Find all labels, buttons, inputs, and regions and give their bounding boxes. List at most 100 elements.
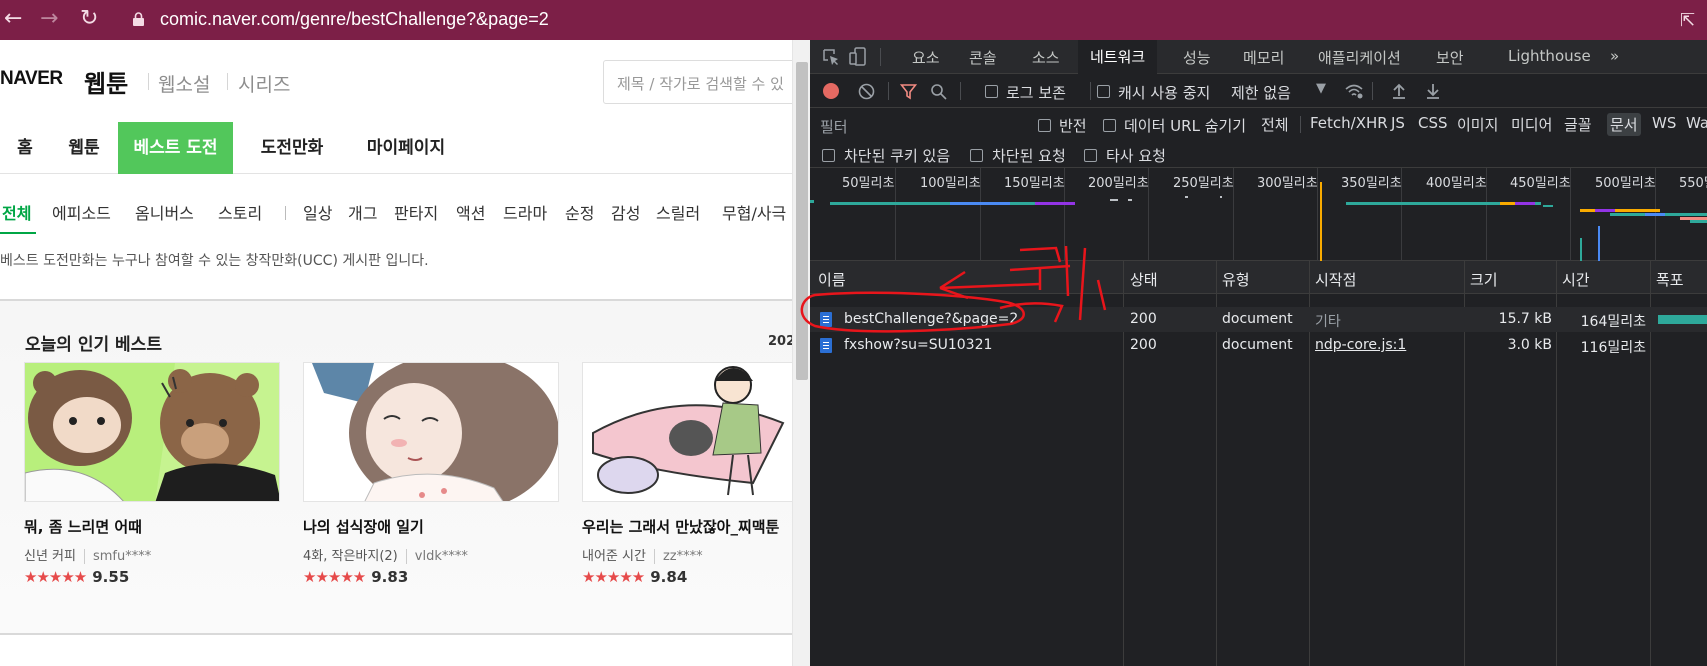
tab-console[interactable]: 콘솔 [969,47,997,68]
disable-cache-checkbox[interactable] [1097,85,1110,98]
nav-mypage[interactable]: 마이페이지 [344,122,468,174]
card-title[interactable]: 나의 섭식장애 일기 [303,516,559,537]
tab-emotion[interactable]: 감성 [611,200,640,224]
lock-icon[interactable] [132,12,145,26]
column-size[interactable]: 크기 [1470,269,1498,290]
column-status[interactable]: 상태 [1130,269,1158,290]
type-all[interactable]: 전체 [1258,113,1292,136]
request-name[interactable]: fxshow?su=SU10321 [844,337,992,353]
table-row[interactable]: fxshow?su=SU10321 200 document ndp-core.… [810,333,1707,358]
table-row[interactable]: bestChallenge?&page=2 200 document 기타 15… [810,307,1707,332]
tab-omnibus[interactable]: 옴니버스 [135,200,194,224]
card-meta: 4화, 작은바지(2) vldk**** [303,545,559,564]
blocked-requests-checkbox[interactable] [970,149,983,162]
third-party-checkbox[interactable] [1084,149,1097,162]
back-arrow-icon[interactable]: ← [4,7,22,31]
type-fetch-xhr[interactable]: Fetch/XHR [1307,113,1391,133]
hide-data-urls-checkbox[interactable] [1103,119,1116,132]
naver-logo[interactable]: NAVER [0,68,63,90]
nav-challenge[interactable]: 도전만화 [240,122,344,174]
webtoon-logo[interactable]: 웹툰 [84,64,128,99]
type-js[interactable]: JS [1388,113,1408,133]
type-font[interactable]: 글꼴 [1561,113,1595,136]
webtoon-thumbnail[interactable] [24,362,280,502]
card-rating: ★★★★★ 9.84 [582,568,792,586]
tab-action[interactable]: 액션 [456,200,485,224]
inspect-element-icon[interactable] [822,48,840,66]
scrollbar-thumb[interactable] [796,62,808,380]
webtoon-card[interactable]: 나의 섭식장애 일기 4화, 작은바지(2) vldk**** ★★★★★ 9.83 [303,362,559,586]
network-toolbar: 로그 보존 캐시 사용 중지 제한 없음 ▼ [810,74,1707,108]
type-ws[interactable]: WS [1649,113,1679,133]
tab-martial-arts[interactable]: 무협/사극 [722,200,786,224]
webtoon-card[interactable]: 우리는 그래서 만났잖아_찌맥툰 내어준 시간 zz**** ★★★★★ 9.84 [582,362,792,586]
type-doc[interactable]: 문서 [1607,113,1641,136]
tab-performance[interactable]: 성능 [1183,47,1211,68]
tab-application[interactable]: 애플리케이션 [1318,47,1401,68]
tab-daily[interactable]: 일상 [303,200,332,224]
tab-lighthouse[interactable]: Lighthouse [1508,47,1591,65]
request-initiator: 기타 [1315,314,1341,330]
clear-icon[interactable] [858,83,875,100]
type-image[interactable]: 이미지 [1454,113,1501,136]
chevron-down-icon[interactable]: ▼ [1316,81,1326,96]
record-icon[interactable] [823,83,839,99]
card-meta: 내어준 시간 zz**** [582,545,792,564]
search-input[interactable]: 제목 / 작가로 검색할 수 있 [603,60,792,104]
tab-romance[interactable]: 순정 [565,200,594,224]
card-title[interactable]: 뭐, 좀 느리면 어때 [24,516,280,537]
link-series[interactable]: 시리즈 [238,70,290,97]
blocked-requests-label: 차단된 요청 [992,147,1066,165]
column-name[interactable]: 이름 [818,269,846,290]
tab-comedy[interactable]: 개그 [348,200,377,224]
import-har-icon[interactable] [1391,82,1407,100]
tab-all-underline [0,232,36,234]
tab-fantasy[interactable]: 판타지 [394,200,438,224]
column-type[interactable]: 유형 [1222,269,1250,290]
filter-icon[interactable] [900,83,917,100]
webtoon-thumbnail[interactable] [582,362,792,502]
nav-webtoon[interactable]: 웹툰 [50,122,118,174]
type-css[interactable]: CSS [1415,113,1451,133]
link-webnovel[interactable]: 웹소설 [158,70,210,97]
tab-sources[interactable]: 소스 [1032,47,1060,68]
request-initiator-link[interactable]: ndp-core.js:1 [1315,337,1406,353]
tab-network[interactable]: 네트워크 [1078,40,1158,74]
filter-input[interactable]: 필터 [816,112,1026,138]
export-har-icon[interactable] [1425,82,1441,100]
column-time[interactable]: 시간 [1562,269,1590,290]
webtoon-card[interactable]: 뭐, 좀 느리면 어때 신년 커피 smfu**** ★★★★★ 9.55 [24,362,280,586]
reload-icon[interactable]: ↻ [80,7,98,31]
card-title[interactable]: 우리는 그래서 만났잖아_찌맥툰 [582,516,792,537]
nav-best-challenge[interactable]: 베스트 도전 [118,122,233,174]
tab-drama[interactable]: 드라마 [503,200,547,224]
network-conditions-icon[interactable] [1344,82,1364,100]
tab-episode[interactable]: 에피소드 [52,200,111,224]
blocked-cookies-checkbox[interactable] [822,149,835,162]
more-tabs-icon[interactable]: » [1610,47,1619,65]
tab-security[interactable]: 보안 [1436,47,1464,68]
tab-all[interactable]: 전체 [2,200,31,224]
page-scrollbar[interactable] [792,40,810,666]
tab-story[interactable]: 스토리 [218,200,262,224]
preserve-log-checkbox[interactable] [985,85,998,98]
column-waterfall[interactable]: 폭포 [1656,269,1684,290]
network-overview-timeline[interactable]: 50밀리초 100밀리초 150밀리초 200밀리초 250밀리초 300밀리초… [810,168,1707,261]
forward-arrow-icon[interactable]: → [40,7,58,31]
type-media[interactable]: 미디어 [1508,113,1555,136]
preserve-log-label: 로그 보존 [1006,84,1066,102]
nav-home[interactable]: 홈 [0,122,50,174]
device-toolbar-icon[interactable] [848,47,868,67]
invert-checkbox[interactable] [1038,119,1051,132]
url-field[interactable]: comic.naver.com/genre/bestChallenge?&pag… [160,9,549,30]
type-wasm[interactable]: Wa [1683,113,1707,133]
throttling-select[interactable]: 제한 없음 [1231,82,1291,103]
search-icon[interactable] [930,83,947,100]
external-window-icon[interactable]: ⇱ [1680,10,1695,31]
tab-elements[interactable]: 요소 [912,47,940,68]
request-name[interactable]: bestChallenge?&page=2 [844,311,1018,327]
tab-thriller[interactable]: 스릴러 [656,200,700,224]
webtoon-thumbnail[interactable] [303,362,559,502]
column-initiator[interactable]: 시작점 [1315,269,1356,290]
tab-memory[interactable]: 메모리 [1243,47,1284,68]
